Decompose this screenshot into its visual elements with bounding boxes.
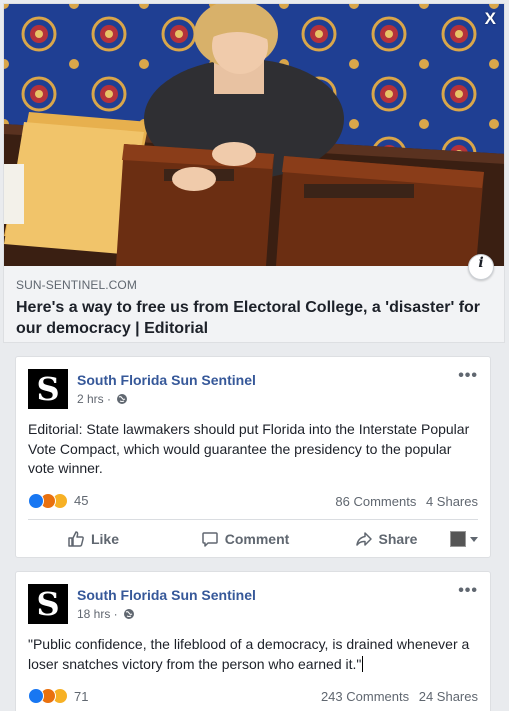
comment-bubble-icon <box>201 532 218 547</box>
post-timestamp[interactable]: 18 hrs · <box>77 607 135 621</box>
page-avatar[interactable]: S <box>28 369 68 409</box>
reactions-summary[interactable]: 45 <box>28 492 89 509</box>
post-text: Editorial: State lawmakers should put Fl… <box>28 421 470 476</box>
comment-button[interactable]: Comment <box>170 530 320 548</box>
post-time-text: 18 hrs · <box>77 607 118 621</box>
user-avatar <box>450 531 466 547</box>
more-options-icon[interactable]: ••• <box>458 367 478 385</box>
feed-post: S South Florida Sun Sentinel 2 hrs · •••… <box>15 356 491 558</box>
feed-post: S South Florida Sun Sentinel 18 hrs · ••… <box>15 571 491 711</box>
like-reaction-icon <box>28 492 44 509</box>
like-label: Like <box>90 531 119 547</box>
globe-icon <box>117 394 128 404</box>
audience-selector[interactable] <box>450 531 478 547</box>
shares-count-link[interactable]: 4 Shares <box>426 494 478 509</box>
reaction-count: 45 <box>74 493 89 508</box>
page-name-link[interactable]: South Florida Sun Sentinel <box>77 372 256 388</box>
more-options-icon[interactable]: ••• <box>458 582 478 600</box>
reaction-count: 71 <box>74 688 89 704</box>
like-thumb-icon <box>68 531 84 547</box>
link-domain: SUN-SENTINEL.COM <box>16 278 137 292</box>
page-avatar[interactable]: S <box>28 584 68 624</box>
post-time-text: 2 hrs · <box>77 392 112 406</box>
post-text: "Public confidence, the lifeblood of a d… <box>28 636 470 672</box>
post-text-container: "Public confidence, the lifeblood of a d… <box>16 622 490 674</box>
article-hero-image[interactable]: X <box>4 4 504 266</box>
info-icon[interactable]: i <box>468 254 494 280</box>
comments-count-link[interactable]: 86 Comments <box>335 494 416 509</box>
like-button[interactable]: Like <box>28 530 158 548</box>
share-label: Share <box>378 531 418 547</box>
link-preview-card[interactable]: X i SUN-SENTINEL.COM Here's a way to fre… <box>3 3 505 343</box>
like-reaction-icon <box>28 688 44 704</box>
share-button[interactable]: Share <box>336 530 436 548</box>
close-button[interactable]: X <box>485 9 496 29</box>
globe-icon <box>124 609 135 619</box>
shares-count-link[interactable]: 24 Shares <box>419 689 478 704</box>
comments-count-link[interactable]: 243 Comments <box>321 689 409 704</box>
page-name-link[interactable]: South Florida Sun Sentinel <box>77 587 256 603</box>
comment-label: Comment <box>224 531 290 547</box>
reactions-summary[interactable]: 71 <box>28 688 88 704</box>
text-cursor <box>362 655 364 672</box>
link-title[interactable]: Here's a way to free us from Electoral C… <box>16 297 494 339</box>
post-timestamp[interactable]: 2 hrs · <box>77 392 128 406</box>
caret-down-icon <box>470 536 478 542</box>
hero-photo-illustration <box>4 4 504 266</box>
share-arrow-icon <box>355 532 372 546</box>
